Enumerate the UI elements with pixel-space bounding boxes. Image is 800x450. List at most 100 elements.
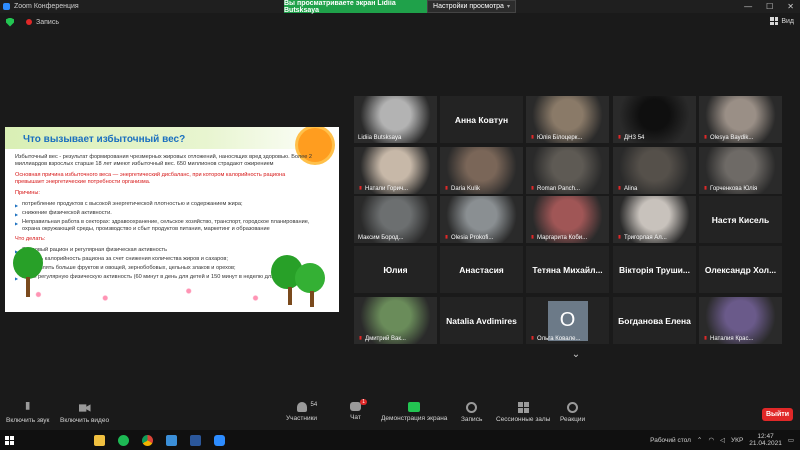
list-item: снижать калорийность рациона за счет сни… [15,256,315,264]
participant-name: Daria Kulik [451,186,481,192]
zoom-taskbar-icon[interactable] [214,434,225,446]
participant-name: Юлія Білоцерк... [537,135,583,141]
participant-tile[interactable]: Юлия [354,246,437,293]
tree-trunk [288,287,292,305]
word-icon[interactable] [190,434,201,446]
participant-name: Ольга Ковале... [537,336,581,342]
tree-illustration [295,263,325,293]
leave-button[interactable]: Выйти [762,408,793,421]
grid-view-icon [770,17,779,25]
participant-tile[interactable]: Daria Kulik [440,147,523,194]
view-button[interactable]: Вид [770,17,794,25]
file-explorer-icon[interactable] [94,434,105,446]
participant-tile[interactable]: Natalia Avdimires [440,297,523,344]
participant-tile[interactable]: ДНЗ 54 [613,96,696,143]
microphone-muted-icon [531,186,534,190]
participant-tile[interactable]: Olesya Baydik... [699,96,782,143]
windows-taskbar: Рабочий стол ⌃ ◠ ◁ УКР 12:47 21.04.2021 … [0,430,800,450]
minimize-icon[interactable]: — [744,2,752,11]
breakout-rooms-icon [517,402,529,413]
participant-name: Тригорлая Ал... [624,235,667,241]
participant-tile[interactable]: Анастасия [440,246,523,293]
microphone-muted-icon [704,135,707,139]
participant-tile[interactable]: Максим Бород... [354,196,437,243]
reactions-button[interactable]: Реакции [560,402,585,423]
list-item: снижение физической активности. [15,210,315,218]
tray-chevron-icon[interactable]: ⌃ [697,436,702,444]
shared-screen: Что вызывает избыточный вес? Избыточный … [5,127,339,312]
shield-icon[interactable] [6,17,14,27]
participant-tile[interactable]: Roman Panch... [526,147,609,194]
participant-label: Roman Panch... [530,186,580,192]
participant-tile[interactable]: Юлія Білоцерк... [526,96,609,143]
share-screen-label: Демонстрация экрана [381,415,448,422]
recording-label: Запись [36,18,59,26]
participants-label: Участники [286,415,318,422]
participant-tile[interactable]: O Ольга Ковале... [526,297,609,344]
participant-name: Маргарита Коби... [537,235,588,241]
network-icon[interactable]: ◠ [708,436,714,444]
system-tray: Рабочий стол ⌃ ◠ ◁ УКР 12:47 21.04.2021 … [650,430,794,450]
spotify-icon[interactable] [118,434,129,446]
participant-tile[interactable]: Маргарита Коби... [526,196,609,243]
desktop-toolbar-label[interactable]: Рабочий стол [650,437,691,444]
participant-name: Анна Ковтун [454,114,509,125]
participant-tile[interactable]: Olesia Prokofi... [440,196,523,243]
reactions-label: Реакции [560,416,586,423]
chat-button[interactable]: 1 Чат [350,399,367,421]
microphone-muted-icon [531,135,534,139]
view-options-label: Настройки просмотра [433,3,504,10]
participants-button[interactable]: 54 Участники [286,402,317,422]
microphone-muted-icon [531,336,534,340]
participant-tile[interactable]: Олександр Хол... [699,246,782,293]
participant-name: Наталия Крас... [710,336,754,342]
microphone-muted-icon [704,186,707,190]
participant-tile[interactable]: Натали Горич... [354,147,437,194]
start-video-button[interactable]: Включить видео [60,402,109,424]
participant-label: Натали Горич... [358,186,408,192]
participants-icon: 54 [296,402,317,412]
participant-label: Дмитрий Вак... [358,336,406,342]
participant-name: Alina [624,186,638,192]
participant-name: Olesia Prokofi... [451,235,494,241]
participant-tile[interactable]: Тетяна Михайл... [526,246,609,293]
participant-tile[interactable]: Вікторія Труши... [613,246,696,293]
participant-tile[interactable]: Анна Ковтун [440,96,523,143]
participant-tile[interactable]: Наталия Крас... [699,297,782,344]
volume-icon[interactable]: ◁ [720,436,725,444]
participant-name: Настя Кисель [711,214,770,225]
participant-name: ДНЗ 54 [624,135,645,141]
maximize-icon[interactable]: ☐ [766,2,773,11]
slide-heading: Что вызывает избыточный вес? [23,134,186,145]
participant-tile[interactable]: Тригорлая Ал... [613,196,696,243]
chrome-icon[interactable] [142,434,153,446]
participant-name: Дмитрий Вак... [365,336,406,342]
participant-tile[interactable]: Настя Кисель [699,196,782,243]
unmute-button[interactable]: Включить звук [6,402,49,424]
list-item: Неправильная работа в секторах: здравоох… [15,219,315,233]
participant-tile[interactable]: Горченкова Юлія [699,147,782,194]
close-icon[interactable]: ✕ [787,2,794,11]
list-item: Здоровый рацион и регулярная физическая … [15,247,315,255]
slide-todo-list: Здоровый рацион и регулярная физическая … [15,247,315,282]
participant-tile[interactable]: Дмитрий Вак... [354,297,437,344]
view-options-button[interactable]: Настройки просмотра ▾ [427,0,516,13]
share-screen-button[interactable]: Демонстрация экрана [381,402,447,422]
windows-start-icon[interactable] [5,435,14,445]
participant-tile[interactable]: Lidiia Butsksaya [354,96,437,143]
breakout-rooms-button[interactable]: Сессионные залы [496,402,550,423]
next-page-chevron-icon[interactable]: ⌄ [566,349,586,361]
participant-name: Вікторія Труши... [619,264,690,275]
language-indicator[interactable]: УКР [731,437,743,444]
participant-tile[interactable]: Богданова Елена [613,297,696,344]
participant-tile[interactable]: Alina [613,147,696,194]
participant-label: Alina [617,186,637,192]
notifications-icon[interactable]: ▭ [788,436,794,444]
clock[interactable]: 12:47 21.04.2021 [749,433,782,447]
mail-icon[interactable] [166,434,177,446]
microphone-muted-icon [25,402,30,410]
participant-name: Lidiia Butsksaya [358,135,402,141]
microphone-muted-icon [704,336,707,340]
record-button[interactable]: Запись [461,402,482,423]
participant-label: Olesia Prokofi... [444,235,493,241]
